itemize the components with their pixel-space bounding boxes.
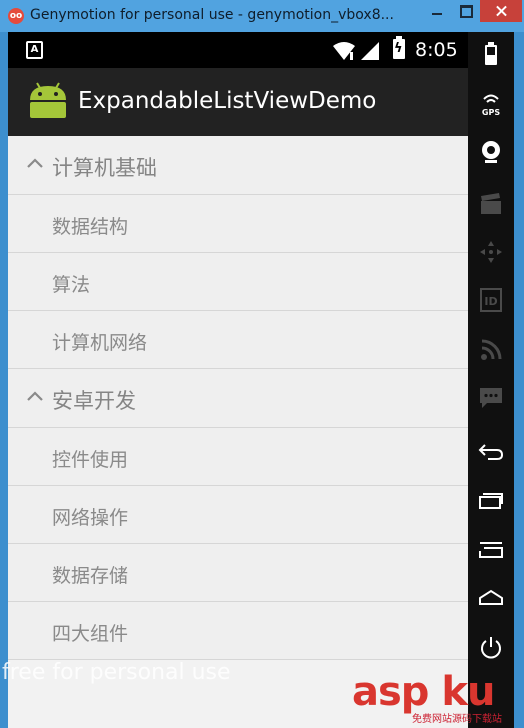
status-bar: A 8:05 (8, 32, 468, 68)
group-row[interactable]: 计算机基础 (8, 136, 468, 195)
notification-icon: A (26, 41, 43, 59)
network-button[interactable] (468, 330, 514, 370)
minimize-button[interactable] (422, 0, 452, 22)
action-bar: ExpandableListViewDemo (8, 68, 468, 136)
maximize-button[interactable] (452, 0, 480, 22)
window-border (514, 32, 524, 728)
site-logo-text: asp ku (352, 669, 495, 715)
child-row[interactable]: 算法 (8, 253, 468, 311)
menu-icon (479, 542, 503, 558)
dpad-icon (480, 241, 502, 263)
group-label: 计算机基础 (52, 156, 157, 180)
child-row[interactable]: 控件使用 (8, 428, 468, 486)
group-row[interactable]: 安卓开发 (8, 369, 468, 428)
recent-apps-icon (479, 493, 503, 509)
child-row[interactable]: 计算机网络 (8, 311, 468, 369)
device-id-button[interactable]: ID (468, 280, 514, 320)
sms-button[interactable] (468, 378, 514, 418)
video-clapper-icon (481, 193, 501, 214)
power-icon (481, 637, 501, 659)
group-label: 安卓开发 (52, 389, 136, 413)
chevron-up-icon (27, 391, 43, 401)
webcam-icon (482, 141, 500, 163)
genymotion-toolbar: GPS ID (468, 32, 514, 728)
app-title: ExpandableListViewDemo (78, 88, 377, 114)
sms-icon (480, 388, 502, 408)
battery-charging-icon (393, 36, 405, 59)
power-button[interactable] (468, 628, 514, 668)
back-icon (478, 444, 504, 460)
child-label: 计算机网络 (52, 332, 148, 354)
id-label: ID (484, 295, 497, 308)
window-titlebar: oo Genymotion for personal use - genymot… (0, 0, 524, 32)
gps-icon: GPS (482, 94, 500, 117)
wifi-icon (333, 42, 355, 60)
child-label: 算法 (52, 274, 91, 296)
cell-signal-icon (361, 42, 379, 60)
id-icon: ID (480, 288, 502, 312)
child-label: 四大组件 (52, 623, 129, 645)
child-row[interactable]: 数据存储 (8, 544, 468, 602)
child-row[interactable]: 四大组件 (8, 602, 468, 660)
child-label: 数据存储 (52, 565, 129, 587)
screencast-button[interactable] (468, 184, 514, 224)
window-title: Genymotion for personal use - genymotion… (30, 7, 394, 23)
genymotion-logo-icon: oo (8, 8, 24, 24)
back-button[interactable] (468, 432, 514, 472)
site-logo: asp ku 免费网站源码下载站 (352, 672, 522, 728)
android-robot-icon (30, 82, 66, 118)
webcam-button[interactable] (468, 132, 514, 172)
battery-button[interactable] (468, 34, 514, 74)
gps-button[interactable]: GPS (468, 84, 514, 124)
gps-label: GPS (482, 108, 500, 117)
child-label: 控件使用 (52, 449, 129, 471)
expandable-list: 计算机基础 数据结构 算法 计算机网络 安卓开发 控件使用 网络操作 数据存储 … (8, 136, 468, 660)
child-label: 数据结构 (52, 216, 129, 238)
child-row[interactable]: 网络操作 (8, 486, 468, 544)
watermark-text: free for personal use (2, 660, 231, 685)
site-logo-subtitle: 免费网站源码下载站 (412, 714, 502, 725)
close-button[interactable] (480, 0, 522, 22)
home-button[interactable] (468, 578, 514, 618)
dpad-button[interactable] (468, 232, 514, 272)
child-label: 网络操作 (52, 507, 129, 529)
home-icon (479, 589, 503, 605)
battery-icon (485, 42, 497, 65)
chevron-up-icon (27, 158, 43, 168)
android-screen: A 8:05 ExpandableListViewDemo 计算机基础 (8, 32, 468, 728)
logo-glyph: oo (9, 10, 23, 21)
rss-icon (481, 339, 502, 360)
recent-apps-button[interactable] (468, 480, 514, 520)
status-clock: 8:05 (415, 39, 458, 61)
child-row[interactable]: 数据结构 (8, 195, 468, 253)
menu-button[interactable] (468, 530, 514, 570)
